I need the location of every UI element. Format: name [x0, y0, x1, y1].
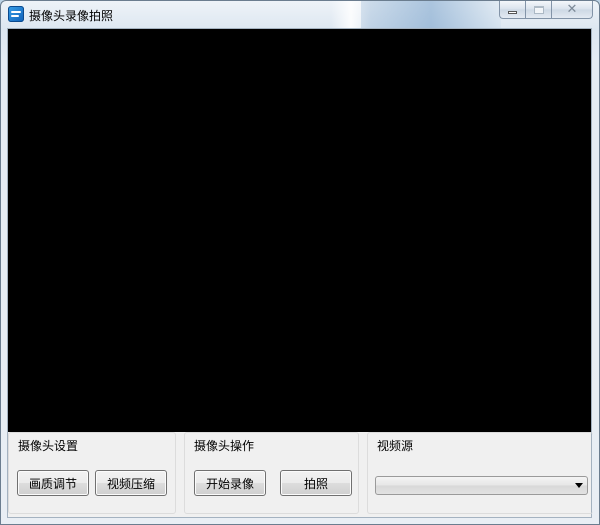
camera-settings-label: 摄像头设置 — [17, 437, 80, 454]
minimize-icon — [508, 10, 517, 14]
camera-operations-label: 摄像头操作 — [193, 437, 256, 454]
video-source-label: 视频源 — [376, 437, 415, 454]
client-area: 摄像头设置 画质调节 视频压缩 摄像头操作 开始录像 拍照 视频源 — [7, 28, 593, 518]
app-window: 摄像头录像拍照 ✕ 摄像头设置 画质调节 视频压缩 摄像头操作 开始录像 拍照 — [0, 0, 600, 525]
close-icon: ✕ — [566, 2, 578, 17]
camera-settings-group: 摄像头设置 画质调节 视频压缩 — [8, 432, 176, 514]
quality-adjust-button[interactable]: 画质调节 — [17, 470, 89, 496]
start-recording-button[interactable]: 开始录像 — [194, 470, 266, 496]
close-button[interactable]: ✕ — [551, 1, 593, 19]
title-bar[interactable]: 摄像头录像拍照 ✕ — [1, 1, 599, 28]
camera-operations-group: 摄像头操作 开始录像 拍照 — [184, 432, 359, 514]
maximize-button[interactable] — [525, 1, 551, 19]
take-photo-button[interactable]: 拍照 — [280, 470, 352, 496]
chevron-down-icon[interactable] — [575, 483, 583, 488]
maximize-icon — [533, 5, 544, 14]
video-source-group: 视频源 — [367, 432, 593, 514]
app-icon[interactable] — [8, 6, 24, 22]
video-compression-button[interactable]: 视频压缩 — [95, 470, 167, 496]
caption-buttons: ✕ — [499, 1, 593, 20]
video-source-select[interactable] — [375, 476, 588, 495]
window-title: 摄像头录像拍照 — [29, 9, 114, 23]
minimize-button[interactable] — [499, 1, 525, 19]
video-preview — [8, 29, 591, 432]
